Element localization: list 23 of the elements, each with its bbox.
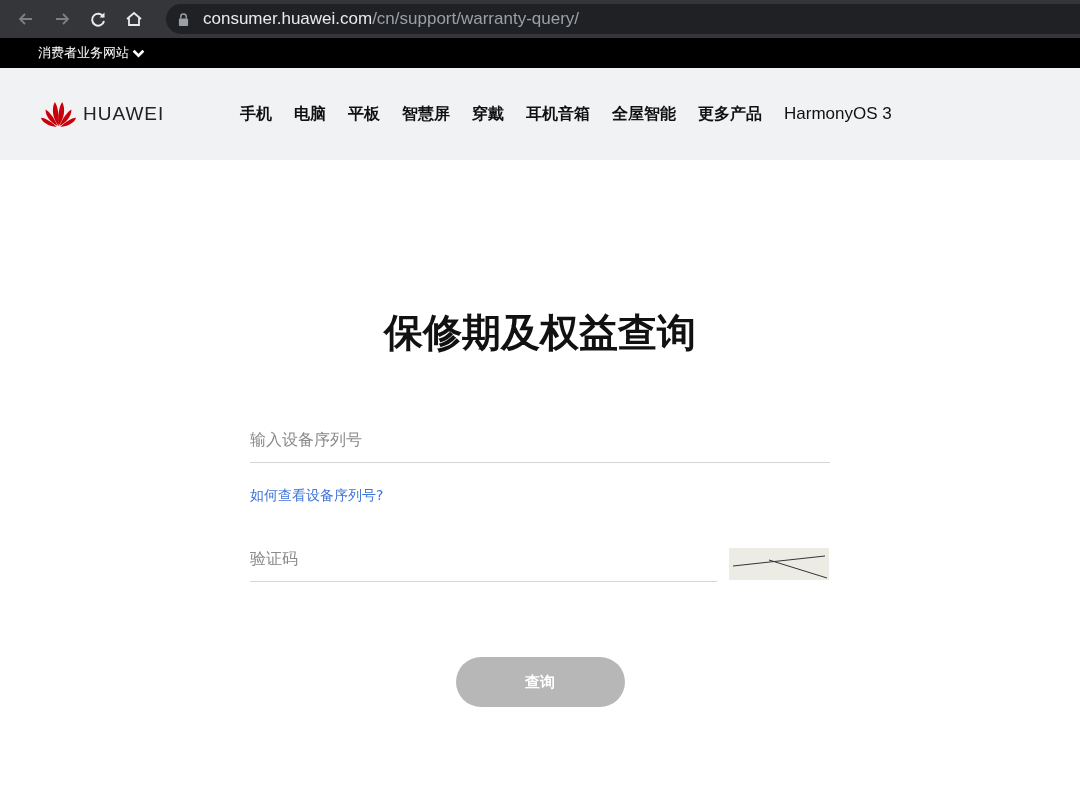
url-host: consumer.huawei.com <box>203 9 373 29</box>
serial-number-field[interactable]: 输入设备序列号 <box>250 416 830 463</box>
brand-name[interactable]: HUAWEI <box>83 103 165 125</box>
petal-logo-icon[interactable] <box>40 100 77 128</box>
captcha-image[interactable] <box>728 548 830 580</box>
address-bar[interactable]: consumer.huawei.com/cn/support/warranty-query/ <box>166 4 1080 34</box>
nav-link[interactable]: HarmonyOS 3 <box>784 103 892 125</box>
site-switch-link[interactable]: 消费者业务网站 <box>38 44 129 62</box>
nav-link[interactable]: 耳机音箱 <box>526 103 590 125</box>
nav-link[interactable]: 电脑 <box>294 103 326 125</box>
chevron-down-icon[interactable] <box>132 48 145 58</box>
nav-link[interactable]: 手机 <box>240 103 272 125</box>
url-path: /cn/support/warranty-query/ <box>372 9 580 29</box>
page-title: 保修期及权益查询 <box>384 309 696 357</box>
nav-link[interactable]: 全屋智能 <box>612 103 676 125</box>
captcha-field[interactable]: 验证码 <box>250 535 717 582</box>
home-icon[interactable] <box>124 9 144 29</box>
nav-link[interactable]: 智慧屏 <box>402 103 450 125</box>
nav-link[interactable]: 更多产品 <box>698 103 762 125</box>
nav-link[interactable]: 穿戴 <box>472 103 504 125</box>
serial-help-link[interactable]: 如何查看设备序列号? <box>250 487 384 505</box>
nav-link[interactable]: 平板 <box>348 103 380 125</box>
lock-icon <box>178 12 189 26</box>
